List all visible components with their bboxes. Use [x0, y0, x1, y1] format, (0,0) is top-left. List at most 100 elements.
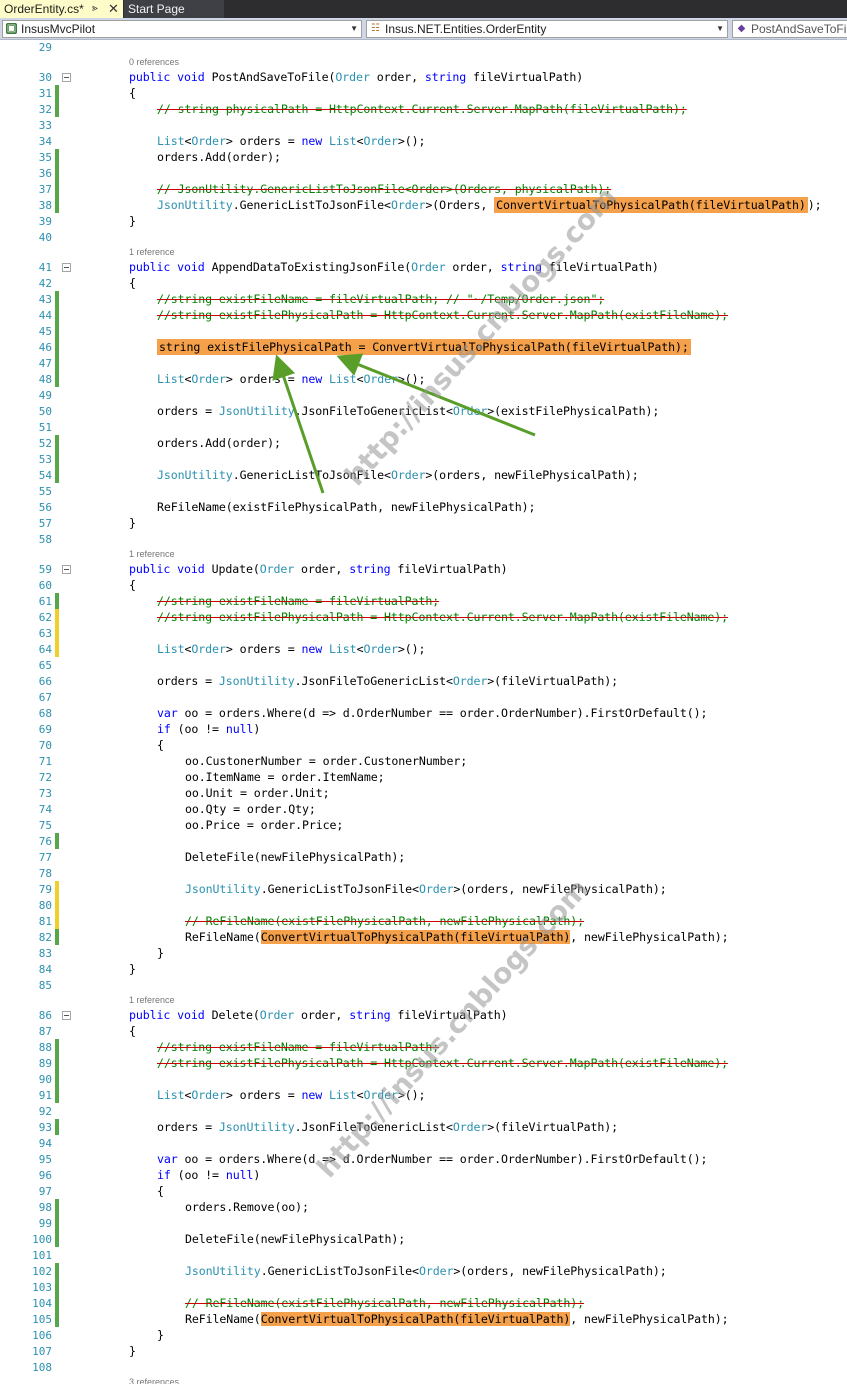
- code-line[interactable]: {: [129, 276, 136, 290]
- line-number: 100: [32, 1233, 52, 1246]
- class-dropdown[interactable]: ☷ Insus.NET.Entities.OrderEntity ▼: [366, 20, 728, 38]
- code-line[interactable]: ReFileName(ConvertVirtualToPhysicalPath(…: [185, 930, 729, 944]
- code-token: new: [301, 1088, 330, 1102]
- code-line[interactable]: }: [129, 516, 136, 530]
- code-line[interactable]: JsonUtility.GenericListToJsonFile<Order>…: [185, 1264, 667, 1278]
- code-line[interactable]: string existFilePhysicalPath = ConvertVi…: [157, 339, 691, 355]
- code-line[interactable]: oo.Qty = order.Qty;: [185, 802, 316, 816]
- saved-change-marker: [55, 467, 59, 483]
- code-line[interactable]: //string existFileName = fileVirtualPath…: [157, 292, 604, 306]
- code-line[interactable]: //string existFileName = fileVirtualPath…: [157, 594, 439, 608]
- code-line[interactable]: var oo = orders.Where(d => d.OrderNumber…: [157, 706, 708, 720]
- code-line[interactable]: orders.Add(order);: [157, 436, 281, 450]
- code-line[interactable]: // ReFileName(existFilePhysicalPath, new…: [185, 914, 584, 928]
- code-line[interactable]: orders = JsonUtility.JsonFileToGenericLi…: [157, 1120, 618, 1134]
- code-token: }: [129, 1344, 136, 1358]
- line-number: 105: [32, 1313, 52, 1326]
- code-line[interactable]: if (oo != null): [157, 722, 260, 736]
- code-line[interactable]: }: [129, 1344, 136, 1358]
- chevron-down-icon[interactable]: ▼: [716, 21, 724, 37]
- tab-order-entity[interactable]: OrderEntity.cs* ⪢ ✕: [0, 0, 123, 18]
- code-token: order,: [445, 260, 501, 274]
- codelens-references[interactable]: 1 reference: [129, 995, 175, 1005]
- code-editor[interactable]: 29 30 31 32 33 34 35 36 37 38 39 40 41 42 43 44 45 46 47 48…: [0, 40, 847, 1384]
- code-line[interactable]: oo.ItemName = order.ItemName;: [185, 770, 385, 784]
- code-line[interactable]: List<Order> orders = new List<Order>();: [157, 1088, 426, 1102]
- collapse-icon[interactable]: [62, 73, 71, 82]
- member-dropdown[interactable]: ◆ PostAndSaveToFile: [732, 20, 847, 38]
- line-number: 31: [38, 87, 52, 100]
- code-line[interactable]: public void Delete(Order order, string f…: [129, 1008, 508, 1022]
- collapse-icon[interactable]: [62, 1011, 71, 1020]
- line-number: 93: [38, 1121, 52, 1134]
- codelens-references[interactable]: 0 references: [129, 57, 179, 67]
- code-line[interactable]: {: [157, 738, 164, 752]
- code-line[interactable]: oo.Unit = order.Unit;: [185, 786, 330, 800]
- codelens-references[interactable]: 3 references: [129, 1377, 179, 1384]
- code-line[interactable]: // JsonUtility.GenericListToJsonFile<Ord…: [157, 182, 611, 196]
- code-line[interactable]: //string existFileName = fileVirtualPath…: [157, 1040, 439, 1054]
- code-line[interactable]: }: [157, 1328, 164, 1342]
- line-number: 99: [38, 1217, 52, 1230]
- saved-change-marker: [55, 291, 59, 307]
- code-line[interactable]: List<Order> orders = new List<Order>();: [157, 642, 426, 656]
- project-dropdown[interactable]: ▣ InsusMvcPilot ▼: [2, 20, 362, 38]
- code-line[interactable]: JsonUtility.GenericListToJsonFile<Order>…: [157, 468, 639, 482]
- code-line[interactable]: List<Order> orders = new List<Order>();: [157, 134, 426, 148]
- code-line[interactable]: orders.Remove(oo);: [185, 1200, 309, 1214]
- unsaved-change-marker: [55, 609, 59, 625]
- code-line[interactable]: List<Order> orders = new List<Order>();: [157, 372, 426, 386]
- code-token: orders.Remove(oo);: [185, 1200, 309, 1214]
- line-number-gutter: 29 30 31 32 33 34 35 36 37 38 39 40 41 42 43 44 45 46 47 48…: [0, 40, 52, 1384]
- saved-change-marker: [55, 1119, 59, 1135]
- code-token: fileVirtualPath): [397, 562, 508, 576]
- code-line[interactable]: ReFileName(ConvertVirtualToPhysicalPath(…: [185, 1312, 729, 1326]
- code-token: {: [129, 578, 136, 592]
- code-line[interactable]: //string existFilePhysicalPath = HttpCon…: [157, 308, 728, 322]
- code-line[interactable]: {: [129, 86, 136, 100]
- code-line[interactable]: oo.Price = order.Price;: [185, 818, 343, 832]
- codelens-references[interactable]: 1 reference: [129, 247, 175, 257]
- code-line[interactable]: DeleteFile(newFilePhysicalPath);: [185, 850, 405, 864]
- code-token: (oo !=: [177, 1168, 226, 1182]
- code-line[interactable]: }: [157, 946, 164, 960]
- code-token: //string existFileName = fileVirtualPath…: [157, 292, 605, 306]
- tab-start-page[interactable]: Start Page: [124, 0, 224, 18]
- line-number: 64: [38, 643, 52, 656]
- code-token: //string existFilePhysicalPath = HttpCon…: [157, 610, 729, 624]
- code-line[interactable]: JsonUtility.GenericListToJsonFile<Order>…: [157, 197, 822, 213]
- code-line[interactable]: orders.Add(order);: [157, 150, 281, 164]
- code-token: void: [177, 1008, 212, 1022]
- code-line[interactable]: // ReFileName(existFilePhysicalPath, new…: [185, 1296, 584, 1310]
- code-line[interactable]: //string existFilePhysicalPath = HttpCon…: [157, 1056, 728, 1070]
- chevron-down-icon[interactable]: ▼: [350, 21, 358, 37]
- code-token: >(orders, newFilePhysicalPath);: [453, 882, 667, 896]
- code-line[interactable]: {: [157, 1184, 164, 1198]
- codelens-references[interactable]: 1 reference: [129, 549, 175, 559]
- code-line[interactable]: }: [129, 214, 136, 228]
- code-line[interactable]: oo.CustonerNumber = order.CustonerNumber…: [185, 754, 467, 768]
- code-line[interactable]: public void PostAndSaveToFile(Order orde…: [129, 70, 583, 84]
- code-line[interactable]: // string physicalPath = HttpContext.Cur…: [157, 102, 687, 116]
- code-line[interactable]: JsonUtility.GenericListToJsonFile<Order>…: [185, 882, 667, 896]
- code-line[interactable]: {: [129, 1024, 136, 1038]
- code-token: List: [157, 372, 185, 386]
- code-token: PostAndSaveToFile(: [211, 70, 336, 84]
- code-line[interactable]: }: [129, 962, 136, 976]
- collapse-icon[interactable]: [62, 565, 71, 574]
- code-token: >(Orders,: [425, 198, 495, 212]
- close-icon[interactable]: ✕: [108, 0, 119, 18]
- code-line[interactable]: {: [129, 578, 136, 592]
- code-line[interactable]: public void Update(Order order, string f…: [129, 562, 508, 576]
- code-line[interactable]: public void AppendDataToExistingJsonFile…: [129, 260, 659, 274]
- code-line[interactable]: orders = JsonUtility.JsonFileToGenericLi…: [157, 674, 618, 688]
- code-line[interactable]: DeleteFile(newFilePhysicalPath);: [185, 1232, 405, 1246]
- code-token: JsonUtility: [157, 468, 233, 482]
- code-line[interactable]: if (oo != null): [157, 1168, 260, 1182]
- collapse-icon[interactable]: [62, 263, 71, 272]
- code-line[interactable]: var oo = orders.Where(d => d.OrderNumber…: [157, 1152, 708, 1166]
- code-line[interactable]: orders = JsonUtility.JsonFileToGenericLi…: [157, 404, 659, 418]
- code-line[interactable]: //string existFilePhysicalPath = HttpCon…: [157, 610, 728, 624]
- code-line[interactable]: ReFileName(existFilePhysicalPath, newFil…: [157, 500, 536, 514]
- pin-icon[interactable]: ⪢: [92, 0, 98, 18]
